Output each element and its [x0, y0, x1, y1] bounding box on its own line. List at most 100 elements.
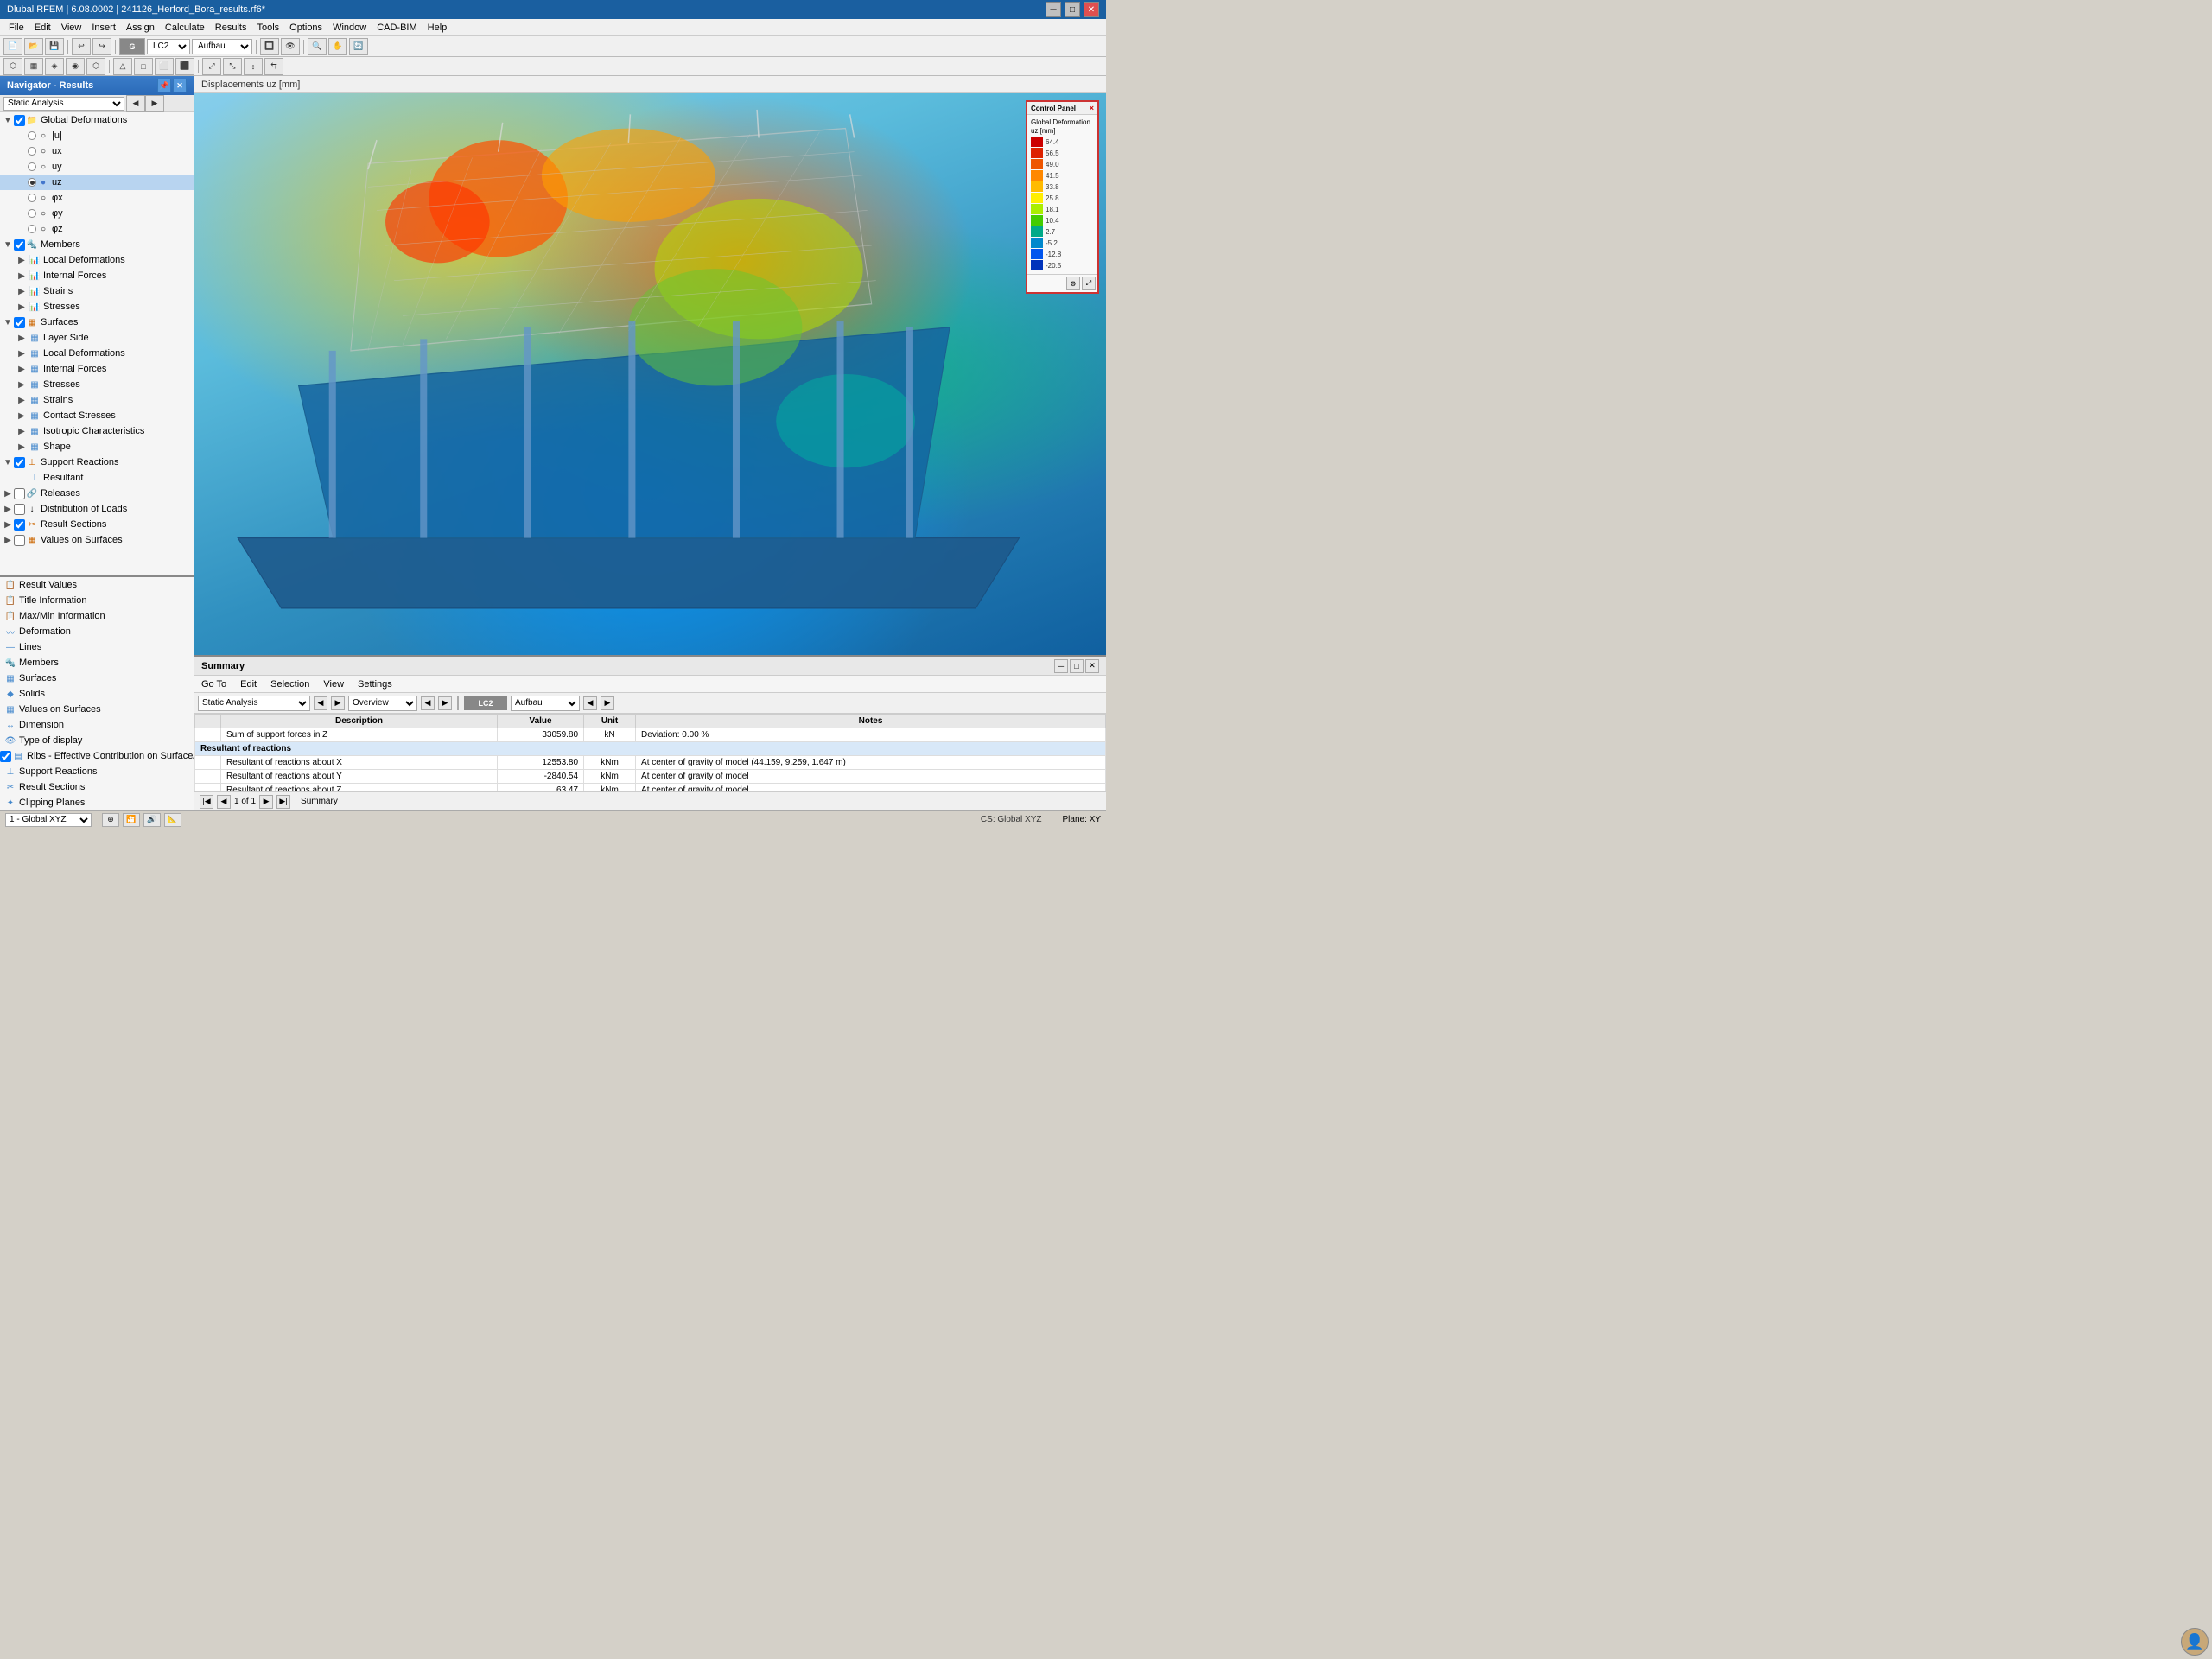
table-row[interactable]: Resultant of reactions about Y-2840.54kN… [195, 770, 1106, 784]
maximize-button[interactable]: □ [1065, 2, 1080, 17]
tree-item-surfaces-shape[interactable]: ▶ ▦ Shape [0, 439, 194, 454]
expand-distribution[interactable]: ▶ [2, 503, 14, 515]
tree-item-px[interactable]: ○ φx [0, 190, 194, 206]
summary-goto[interactable]: Go To [198, 677, 230, 691]
tb2-btn8[interactable]: ⬜ [155, 58, 174, 75]
summary-analysis-combo[interactable]: Static Analysis [198, 696, 310, 711]
tb2-btn5[interactable]: ⬡ [86, 58, 105, 75]
summary-lc-prev[interactable]: ◀ [583, 696, 597, 710]
nav-pin-button[interactable]: 📌 [157, 79, 171, 92]
nav-prev-btn[interactable]: ◀ [126, 95, 145, 112]
check-surfaces[interactable] [14, 317, 25, 328]
nav-bottom-support-reactions[interactable]: ⊥ Support Reactions [0, 764, 194, 779]
menu-item-calculate[interactable]: Calculate [160, 21, 210, 35]
nav-bottom-values-surfaces[interactable]: ▦ Values on Surfaces [0, 702, 194, 717]
tree-item-members[interactable]: ▼ 🔩 Members [0, 237, 194, 252]
new-btn[interactable]: 📄 [3, 38, 22, 55]
tool-btn-1[interactable]: ⊕ [102, 813, 119, 827]
view-btn[interactable]: 👁 [281, 38, 300, 55]
page-prev[interactable]: ◀ [217, 795, 231, 809]
nav-bottom-type-display[interactable]: 👁 Type of display [0, 733, 194, 748]
pan-btn[interactable]: ✋ [328, 38, 347, 55]
tree-item-values-on-surfaces[interactable]: ▶ ▦ Values on Surfaces [0, 532, 194, 548]
page-first[interactable]: |◀ [200, 795, 213, 809]
tb2-btn10[interactable]: ⤢ [202, 58, 221, 75]
nav-bottom-result-values[interactable]: 📋 Result Values [0, 577, 194, 593]
table-row[interactable]: Resultant of reactions about Z63.47kNmAt… [195, 784, 1106, 792]
tree-item-result-sections[interactable]: ▶ ✂ Result Sections [0, 517, 194, 532]
table-row[interactable]: Sum of support forces in Z33059.80kNDevi… [195, 728, 1106, 742]
tree-item-surfaces-stresses[interactable]: ▶ ▦ Stresses [0, 377, 194, 392]
nav-bottom-ribs[interactable]: ▤ Ribs - Effective Contribution on Surfa… [0, 748, 194, 764]
tab-summary-label[interactable]: Summary [301, 797, 338, 806]
tb2-btn11[interactable]: ⤡ [223, 58, 242, 75]
check-distribution[interactable] [14, 504, 25, 515]
radio-u[interactable] [28, 131, 36, 140]
tree-item-members-strains[interactable]: ▶ 📊 Strains [0, 283, 194, 299]
tree-item-surfaces-contact-stresses[interactable]: ▶ ▦ Contact Stresses [0, 408, 194, 423]
summary-prev-2[interactable]: ◀ [421, 696, 435, 710]
menu-item-assign[interactable]: Assign [121, 21, 160, 35]
nav-bottom-max-min-info[interactable]: 📋 Max/Min Information [0, 608, 194, 624]
g-combo-btn[interactable]: G [119, 38, 145, 55]
save-btn[interactable]: 💾 [45, 38, 64, 55]
nav-bottom-deformation[interactable]: 〰 Deformation [0, 624, 194, 639]
nav-bottom-title-info[interactable]: 📋 Title Information [0, 593, 194, 608]
nav-bottom-members[interactable]: 🔩 Members [0, 655, 194, 671]
expand-releases[interactable]: ▶ [2, 487, 14, 499]
page-last[interactable]: ▶| [276, 795, 290, 809]
open-btn[interactable]: 📂 [24, 38, 43, 55]
nav-bottom-dimension[interactable]: ↔ Dimension [0, 717, 194, 733]
tree-item-members-internal-forces[interactable]: ▶ 📊 Internal Forces [0, 268, 194, 283]
table-row[interactable]: Resultant of reactions about X12553.80kN… [195, 756, 1106, 770]
cp-settings-button[interactable]: ⚙ [1066, 276, 1080, 290]
nav-next-btn[interactable]: ▶ [145, 95, 164, 112]
tree-item-surfaces-internal-forces[interactable]: ▶ ▦ Internal Forces [0, 361, 194, 377]
summary-minimize-button[interactable]: ─ [1054, 659, 1068, 673]
menu-item-results[interactable]: Results [210, 21, 252, 35]
radio-px[interactable] [28, 194, 36, 202]
summary-lc-combo[interactable]: Aufbau [511, 696, 580, 711]
tree-item-uy[interactable]: ○ uy [0, 159, 194, 175]
radio-pz[interactable] [28, 225, 36, 233]
minimize-button[interactable]: ─ [1046, 2, 1061, 17]
rotate-btn[interactable]: 🔄 [349, 38, 368, 55]
summary-next-2[interactable]: ▶ [438, 696, 452, 710]
summary-selection[interactable]: Selection [267, 677, 313, 691]
tree-item-u[interactable]: ○ |u| [0, 128, 194, 143]
menu-item-edit[interactable]: Edit [29, 21, 56, 35]
aufbau-combo[interactable]: Aufbau [192, 39, 252, 54]
menu-item-tools[interactable]: Tools [251, 21, 284, 35]
tb2-btn7[interactable]: □ [134, 58, 153, 75]
tool-btn-3[interactable]: 🔊 [143, 813, 161, 827]
viewport-canvas[interactable]: Control Panel × Global Deformation uz [m… [194, 93, 1106, 655]
menu-item-view[interactable]: View [56, 21, 87, 35]
summary-view[interactable]: View [320, 677, 347, 691]
tb2-btn13[interactable]: ⇆ [264, 58, 283, 75]
tree-item-pz[interactable]: ○ φz [0, 221, 194, 237]
analysis-type-combo[interactable]: Static Analysis [3, 97, 124, 111]
check-values-surfaces[interactable] [14, 535, 25, 546]
summary-settings[interactable]: Settings [354, 677, 396, 691]
nav-close-button[interactable]: ✕ [173, 79, 187, 92]
summary-nav-prev[interactable]: ◀ [314, 696, 327, 710]
menu-item-file[interactable]: File [3, 21, 29, 35]
viewport[interactable]: Displacements uz [mm] [194, 76, 1106, 655]
tb2-btn4[interactable]: ◉ [66, 58, 85, 75]
tree-item-distribution[interactable]: ▶ ↓ Distribution of Loads [0, 501, 194, 517]
tree-item-surfaces-layer-side[interactable]: ▶ ▦ Layer Side [0, 330, 194, 346]
nav-bottom-surfaces[interactable]: ▦ Surfaces [0, 671, 194, 686]
cp-expand-button[interactable]: ⤢ [1082, 276, 1096, 290]
render-btn[interactable]: 🔲 [260, 38, 279, 55]
radio-py[interactable] [28, 209, 36, 218]
close-button[interactable]: ✕ [1084, 2, 1099, 17]
tree-item-resultant[interactable]: ⊥ Resultant [0, 470, 194, 486]
menu-item-options[interactable]: Options [284, 21, 327, 35]
expand-values-surfaces[interactable]: ▶ [2, 534, 14, 546]
tree-item-surfaces[interactable]: ▼ ▦ Surfaces [0, 315, 194, 330]
tree-item-global-deformations[interactable]: ▼ 📁 Global Deformations [0, 112, 194, 128]
tb2-btn3[interactable]: ◈ [45, 58, 64, 75]
tb2-btn2[interactable]: ▦ [24, 58, 43, 75]
menu-item-insert[interactable]: Insert [86, 21, 121, 35]
menu-item-window[interactable]: Window [327, 21, 372, 35]
